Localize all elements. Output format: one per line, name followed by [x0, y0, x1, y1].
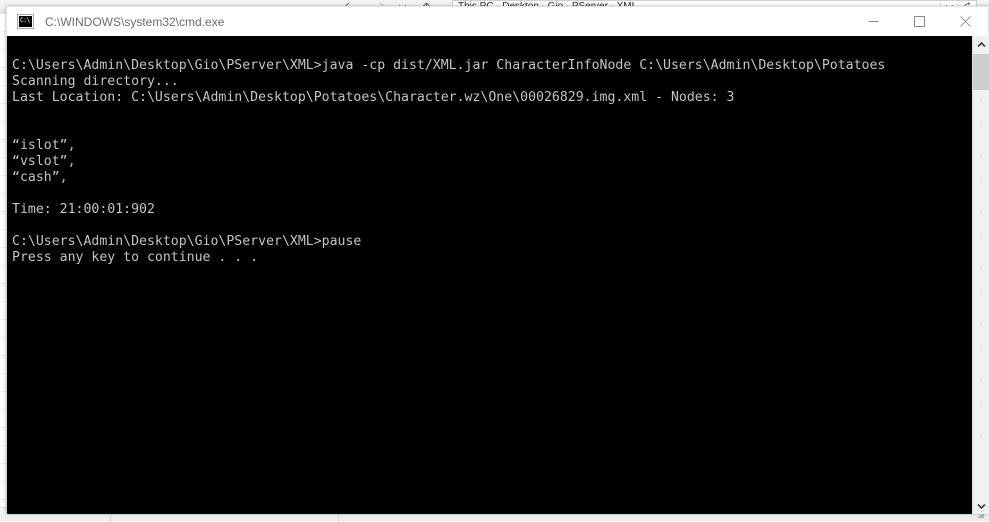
track-tick [980, 350, 982, 352]
track-tick [980, 322, 982, 324]
track-tick [980, 238, 982, 240]
track-tick [980, 294, 982, 296]
window-controls [850, 7, 988, 36]
maximize-button[interactable] [896, 7, 942, 36]
scroll-up-arrow-icon[interactable] [973, 36, 989, 53]
console-scrollbar[interactable] [972, 36, 989, 514]
scroll-down-arrow-icon[interactable] [973, 497, 989, 514]
track-tick [980, 126, 982, 128]
scrollbar-thumb[interactable] [973, 54, 989, 90]
track-tick [980, 98, 982, 100]
cmd-console-icon: C:\ [17, 14, 34, 29]
track-tick [980, 406, 982, 408]
console-output-area[interactable]: C:\Users\Admin\Desktop\Gio\PServer\XML>j… [6, 36, 989, 514]
track-tick [980, 182, 982, 184]
cmd-title-bar[interactable]: C:\ C:\WINDOWS\system32\cmd.exe [6, 6, 989, 36]
scrollbar-track[interactable] [980, 98, 982, 488]
minimize-button[interactable] [850, 7, 896, 36]
track-tick [980, 210, 982, 212]
console-text: C:\Users\Admin\Desktop\Gio\PServer\XML>j… [12, 58, 886, 265]
window-title: C:\WINDOWS\system32\cmd.exe [45, 14, 225, 29]
track-tick [980, 378, 982, 380]
track-tick [980, 266, 982, 268]
track-tick [980, 434, 982, 436]
track-tick [980, 154, 982, 156]
cmd-console-window: C:\ C:\WINDOWS\system32\cmd.exe C:\Users [6, 6, 989, 514]
close-button[interactable] [942, 7, 988, 36]
cmd-icon-label: C:\ [20, 17, 30, 24]
